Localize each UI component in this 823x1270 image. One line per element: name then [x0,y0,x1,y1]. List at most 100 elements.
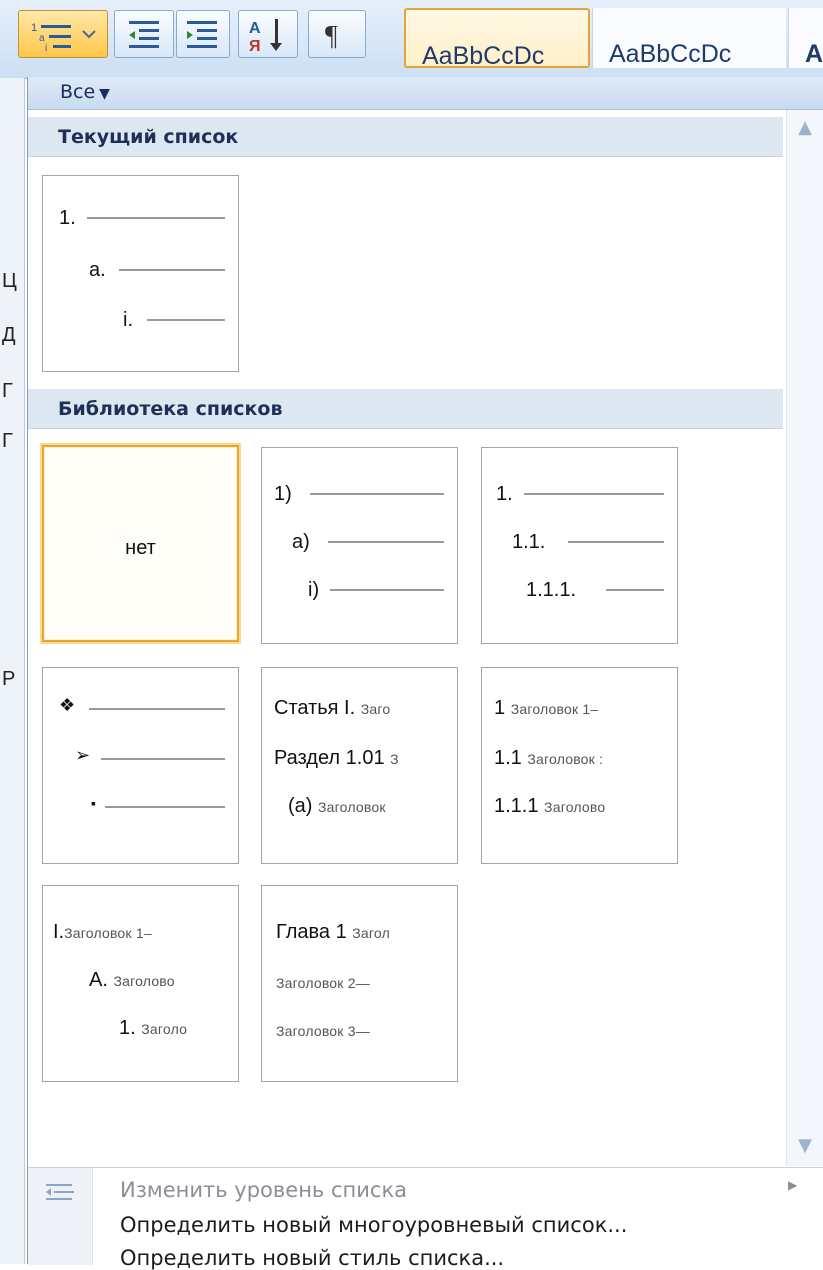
heading-row-3: 1.1.1 Заголово [494,796,605,816]
increase-indent-icon [187,21,217,48]
heading-text: З [390,751,399,767]
heading-row-2: Раздел 1.01 З [274,748,399,768]
level-1-number: 1. [59,207,76,229]
list-style-chapter-tile[interactable]: Глава 1 Загол Заголовок 2— Заголовок 3— [261,885,458,1082]
scroll-down-arrow-icon[interactable]: ▼ [787,1134,823,1158]
heading-number: 1.1.1 [494,795,539,817]
heading-number: 1 [494,697,506,719]
heading-row-2: 1.1 Заголовок : [494,748,603,768]
heading-row-3: 1. Заголо [119,1018,187,1038]
heading-number: (a) [288,795,313,817]
level-line [328,541,444,543]
level-2-number: 1.1. [512,531,546,553]
list-style-none-tile[interactable]: нет [42,445,239,642]
style-preview-normal[interactable]: AaBbCcDc [404,8,590,68]
heading-text: Заголовок 3— [276,1023,370,1039]
level-line [101,758,225,760]
svg-text:Я: Я [249,38,261,55]
submenu-arrow-icon: ▶ [788,1178,798,1192]
multilevel-list-icon: 1 a i [31,22,96,54]
heading-text: Загол [352,925,390,941]
decrease-indent-button[interactable] [114,10,174,58]
list-style-article-tile[interactable]: Статья I. Заго Раздел 1.01 З (a) Заголов… [261,667,458,864]
doc-glyph: Г [2,430,13,452]
filter-dropdown[interactable]: Все ▼ [60,81,110,103]
heading-text: Заголово [544,799,606,815]
list-style-decimal-tile[interactable]: 1. 1.1. 1.1.1. [481,447,678,644]
style-preview-no-spacing[interactable]: AaBbCcDc [592,8,786,68]
level-3-number: i) [308,579,320,601]
heading-number: A. [89,969,108,991]
level-line [89,708,225,710]
define-list-style-command[interactable]: Определить новый стиль списка... [120,1246,504,1270]
doc-glyph: Д [2,324,16,346]
sort-button[interactable]: A Я [238,10,298,58]
heading-number: 1.1 [494,747,522,769]
change-level-icon [46,1184,74,1200]
level-line [87,217,225,219]
document-background-strip: Ц Д Г Г Р [0,78,25,1264]
heading-row-3: Заголовок 3— [276,1020,370,1040]
arrow-bullet-icon: ➢ [75,745,91,765]
level-line [606,589,664,591]
list-style-bullets-tile[interactable]: ❖ ➢ ▪ [42,667,239,864]
filter-bar: Все ▼ [28,77,823,110]
filter-label: Все [60,81,96,103]
section-header-library: Библиотека списков [28,389,783,429]
list-style-roman-tile[interactable]: I.Заголовок 1– A. Заголово 1. Заголо [42,885,239,1082]
level-2-number: a) [292,531,310,553]
level-2-number: a. [89,259,106,281]
heading-row-1: 1 Заголовок 1– [494,698,598,718]
decrease-indent-icon [129,21,159,48]
multilevel-list-menu: Все ▼ Текущий список 1. a. i. Библиотека … [27,77,823,1270]
heading-row-3: (a) Заголовок [288,796,386,816]
define-multilevel-list-command[interactable]: Определить новый многоуровневый список..… [120,1213,627,1237]
show-formatting-button[interactable]: ¶ [308,10,366,58]
heading-number: Глава 1 [276,921,347,943]
sort-az-icon: A Я [249,19,282,55]
style-preview-heading[interactable]: A [788,8,823,68]
level-line [147,319,225,321]
diamond-bullet-icon: ❖ [59,695,76,715]
level-line [524,493,664,495]
menu-commands: Изменить уровень списка ▶ Определить нов… [28,1167,823,1270]
heading-text: Заголовок : [527,751,604,767]
heading-row-1: I.Заголовок 1– [53,922,152,942]
list-style-heading-decimal-tile[interactable]: 1 Заголовок 1– 1.1 Заголовок : 1.1.1 Заг… [481,667,678,864]
heading-text: Заголовок 2— [276,975,370,991]
heading-row-1: Статья I. Заго [274,698,390,718]
multilevel-list-button[interactable]: 1 a i [18,10,108,58]
heading-text: Заго [360,701,391,717]
change-list-level-command[interactable]: Изменить уровень списка [120,1178,407,1202]
section-header-current: Текущий список [28,117,783,157]
pilcrow-icon: ¶ [325,21,338,52]
increase-indent-button[interactable] [176,10,230,58]
heading-text: Заголовок [318,799,386,815]
square-bullet-icon: ▪ [91,795,96,811]
svg-text:¶: ¶ [325,21,338,52]
heading-number: I. [53,921,65,943]
level-line [568,541,664,543]
heading-row-2: Заголовок 2— [276,972,370,992]
heading-text: Заголово [113,973,175,989]
heading-number: Статья I. [274,697,356,719]
level-line [310,493,444,495]
level-1-number: 1. [496,483,513,505]
svg-text:i: i [45,43,47,54]
list-style-paren-tile[interactable]: 1) a) i) [261,447,458,644]
heading-text: Заголовок 1– [510,701,599,717]
doc-glyph: Г [2,380,13,402]
level-3-number: i. [123,309,133,331]
menu-scrollbar[interactable]: ▲ ▼ [786,110,823,1166]
command-label: Определить новый стиль списка... [120,1246,505,1270]
level-line [119,269,225,271]
current-list-tile[interactable]: 1. a. i. [42,175,239,372]
none-label: нет [125,537,156,559]
doc-glyph: Ц [2,270,17,292]
heading-text: Заголо [141,1021,188,1037]
heading-number: 1. [119,1017,136,1039]
heading-number: Раздел 1.01 [274,747,385,769]
dropdown-arrow-icon: ▼ [99,86,110,102]
heading-row-2: A. Заголово [89,970,175,990]
scroll-up-arrow-icon[interactable]: ▲ [787,116,823,140]
